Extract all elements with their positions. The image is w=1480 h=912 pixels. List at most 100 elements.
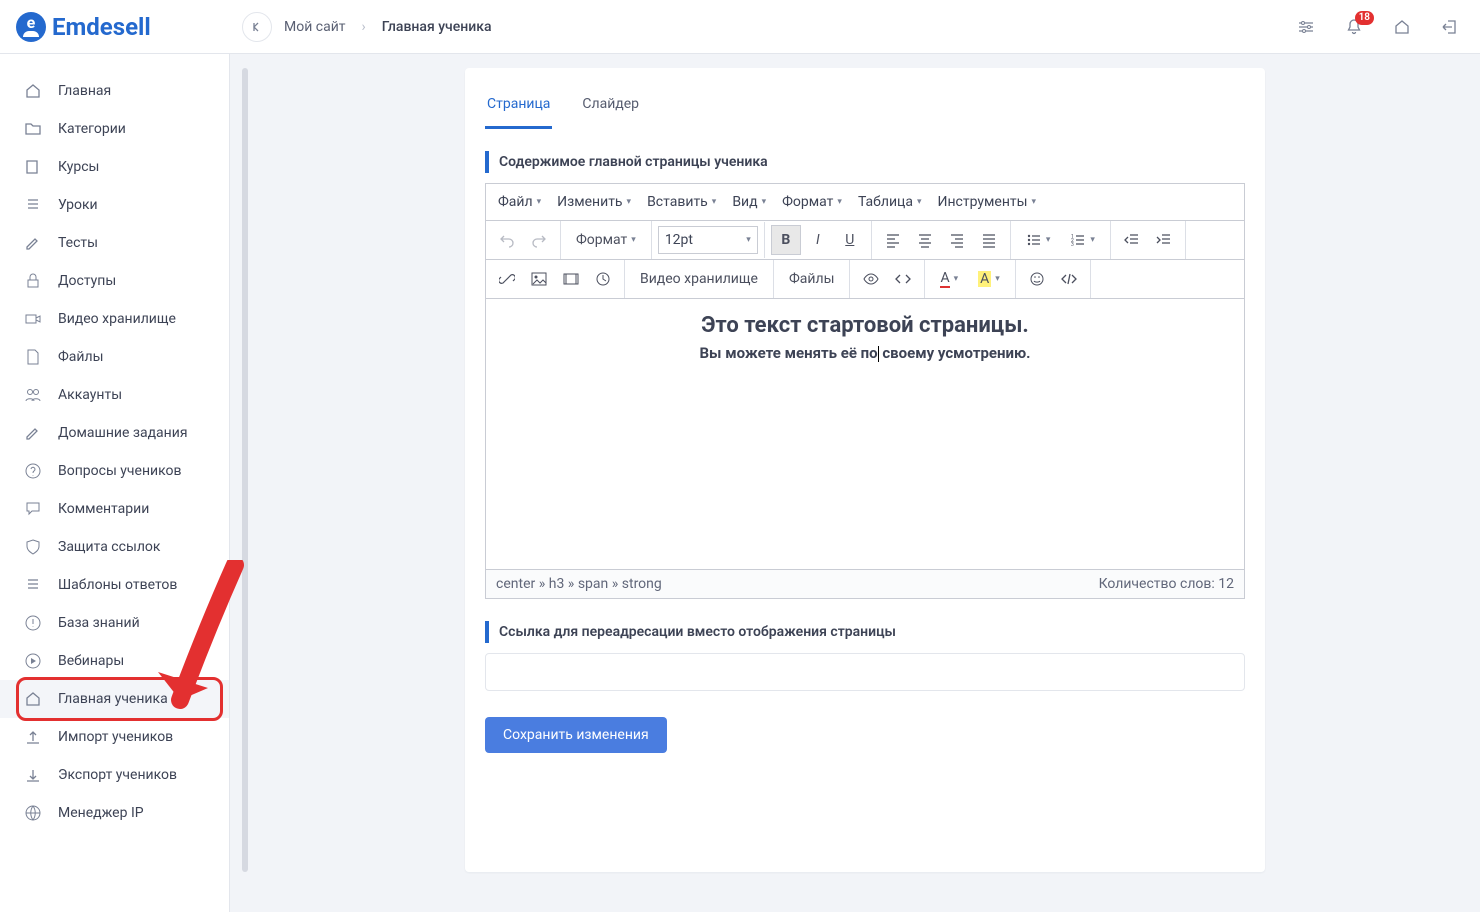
breadcrumb-current: Главная ученика <box>382 19 492 35</box>
sidebar-item-label: Менеджер IP <box>58 805 144 821</box>
editor-menu-4[interactable]: Формат▾ <box>780 190 844 214</box>
sidebar-item-17[interactable]: Импорт учеников <box>0 718 229 756</box>
sidebar-item-11[interactable]: Комментарии <box>0 490 229 528</box>
sidebar-collapse-button[interactable] <box>242 12 272 42</box>
editor-menu-2[interactable]: Вставить▾ <box>645 190 718 214</box>
sidebar-item-label: Домашние задания <box>58 425 188 441</box>
editor-toolbar-row-2: Видео хранилище Файлы A▾ A▾ <box>486 260 1244 299</box>
tab-1[interactable]: Слайдер <box>580 90 641 129</box>
settings-sliders-icon[interactable] <box>1296 17 1316 37</box>
chevron-down-icon: ▾ <box>995 274 1000 284</box>
sidebar-item-7[interactable]: Файлы <box>0 338 229 376</box>
font-size-select[interactable]: 12pt▾ <box>658 226 758 254</box>
sidebar-item-6[interactable]: Видео хранилище <box>0 300 229 338</box>
redirect-url-input[interactable] <box>485 653 1245 691</box>
emoji-icon <box>1029 271 1045 287</box>
numbered-list-button[interactable]: 123▾ <box>1061 225 1104 255</box>
pencil-icon <box>24 424 42 442</box>
preview-button[interactable] <box>856 264 886 294</box>
editor-content-area[interactable]: Это текст стартовой страницы. Вы можете … <box>486 299 1244 569</box>
text-color-button[interactable]: A▾ <box>931 264 967 294</box>
sidebar-item-5[interactable]: Доступы <box>0 262 229 300</box>
sidebar-item-8[interactable]: Аккаунты <box>0 376 229 414</box>
editor-heading-text: Это текст стартовой страницы. <box>502 313 1228 338</box>
tab-0[interactable]: Страница <box>485 90 552 129</box>
underline-button[interactable]: U <box>835 225 865 255</box>
indent-button[interactable] <box>1149 225 1179 255</box>
media-button[interactable] <box>556 264 586 294</box>
embed-code-button[interactable] <box>1054 264 1084 294</box>
sidebar-item-label: Курсы <box>58 159 99 175</box>
image-button[interactable] <box>524 264 554 294</box>
breadcrumb-root[interactable]: Мой сайт <box>284 19 346 35</box>
sidebar-item-16[interactable]: Главная ученика <box>0 680 229 718</box>
sidebar-item-14[interactable]: База знаний <box>0 604 229 642</box>
save-button[interactable]: Сохранить изменения <box>485 717 667 753</box>
indent-icon <box>1156 232 1172 248</box>
sidebar-item-label: Файлы <box>58 349 103 365</box>
align-justify-button[interactable] <box>974 225 1004 255</box>
editor-menu-1[interactable]: Изменить▾ <box>555 190 633 214</box>
editor-menu-3[interactable]: Вид▾ <box>730 190 768 214</box>
scrollbar-track[interactable] <box>242 68 248 872</box>
book-icon <box>24 158 42 176</box>
clock-icon <box>595 271 611 287</box>
insert-time-button[interactable] <box>588 264 618 294</box>
header-actions: 18 <box>1296 17 1460 37</box>
upload-icon <box>24 728 42 746</box>
bg-color-button[interactable]: A▾ <box>969 264 1009 294</box>
play-icon <box>24 652 42 670</box>
logout-button[interactable] <box>1440 17 1460 37</box>
sidebar-item-18[interactable]: Экспорт учеников <box>0 756 229 794</box>
redo-button[interactable] <box>524 225 554 255</box>
editor-path[interactable]: center » h3 » span » strong <box>496 576 662 592</box>
editor-menu-0[interactable]: Файл▾ <box>496 190 543 214</box>
link-button[interactable] <box>492 264 522 294</box>
editor-menu-6[interactable]: Инструменты▾ <box>936 190 1039 214</box>
source-code-button[interactable] <box>888 264 918 294</box>
outdent-icon <box>1124 232 1140 248</box>
undo-button[interactable] <box>492 225 522 255</box>
italic-button[interactable]: I <box>803 225 833 255</box>
sidebar-item-4[interactable]: Тесты <box>0 224 229 262</box>
chevron-down-icon: ▾ <box>746 235 751 245</box>
home-shortcut-button[interactable] <box>1392 17 1412 37</box>
chevron-right-icon: › <box>362 19 366 35</box>
outdent-button[interactable] <box>1117 225 1147 255</box>
sidebar-item-0[interactable]: Главная <box>0 72 229 110</box>
sidebar: Главная Категории Курсы УрокиТестыДоступыВи… <box>0 54 230 912</box>
align-center-button[interactable] <box>910 225 940 255</box>
sidebar-item-3[interactable]: Уроки <box>0 186 229 224</box>
align-left-button[interactable] <box>878 225 908 255</box>
bold-button[interactable]: B <box>771 225 801 255</box>
sidebar-item-label: Шаблоны ответов <box>58 577 177 593</box>
sidebar-item-1[interactable]: Категории <box>0 110 229 148</box>
sidebar-item-2[interactable]: Курсы <box>0 148 229 186</box>
align-right-icon <box>949 232 965 248</box>
sidebar-item-15[interactable]: Вебинары <box>0 642 229 680</box>
sidebar-item-label: Категории <box>58 121 126 137</box>
users-icon <box>24 386 42 404</box>
redo-icon <box>531 232 547 248</box>
files-button[interactable]: Файлы <box>780 264 843 294</box>
emoji-button[interactable] <box>1022 264 1052 294</box>
block-format-select[interactable]: Формат▾ <box>567 225 645 255</box>
sidebar-item-13[interactable]: Шаблоны ответов <box>0 566 229 604</box>
bullet-list-button[interactable]: ▾ <box>1017 225 1060 255</box>
sidebar-item-10[interactable]: Вопросы учеников <box>0 452 229 490</box>
tabs-bar: Страница Слайдер <box>485 68 1245 129</box>
editor-menu-5[interactable]: Таблица▾ <box>856 190 924 214</box>
video-storage-button[interactable]: Видео хранилище <box>631 264 767 294</box>
notifications-button[interactable]: 18 <box>1344 17 1364 37</box>
chevron-down-icon: ▾ <box>1090 235 1095 245</box>
sidebar-item-9[interactable]: Домашние задания <box>0 414 229 452</box>
code-icon <box>895 271 911 287</box>
sidebar-item-label: Аккаунты <box>58 387 122 403</box>
sidebar-item-12[interactable]: Защита ссылок <box>0 528 229 566</box>
home-icon <box>1393 18 1411 36</box>
ip-icon <box>24 804 42 822</box>
sidebar-item-19[interactable]: Менеджер IP <box>0 794 229 832</box>
notifications-badge: 18 <box>1355 11 1374 25</box>
brand-logo[interactable]: e Emdesell <box>16 12 230 42</box>
align-right-button[interactable] <box>942 225 972 255</box>
